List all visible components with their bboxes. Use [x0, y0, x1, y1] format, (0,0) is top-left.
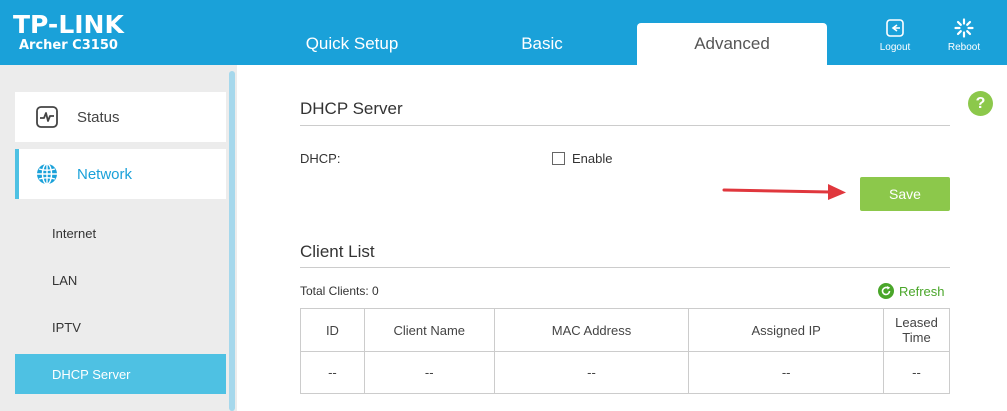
annotation-arrow-icon [722, 184, 846, 200]
table-cell: -- [300, 351, 365, 394]
checkbox-box[interactable] [552, 152, 565, 165]
sidebar-scrollbar[interactable] [229, 71, 235, 411]
sidebar-item-status[interactable]: Status [15, 92, 226, 142]
sidebar-item-network[interactable]: Network [15, 149, 226, 199]
column-header-id: ID [300, 308, 365, 352]
table-header-row: ID Client Name MAC Address Assigned IP L… [300, 308, 950, 352]
table-cell: -- [883, 351, 950, 394]
reboot-label: Reboot [947, 42, 981, 53]
save-button[interactable]: Save [860, 177, 950, 211]
logout-button[interactable]: Logout [870, 18, 920, 53]
logout-icon [886, 19, 904, 37]
help-button[interactable]: ? [968, 91, 993, 116]
sidebar-item-internet[interactable]: Internet [15, 213, 226, 253]
reboot-button[interactable]: Reboot [939, 18, 989, 53]
refresh-label: Refresh [899, 283, 945, 299]
reboot-icon [954, 18, 974, 38]
table-cell: -- [493, 351, 690, 394]
top-header: TP-LINK Archer C3150 Quick Setup Basic A… [0, 0, 1007, 65]
status-icon [36, 106, 58, 128]
client-list-table: ID Client Name MAC Address Assigned IP L… [300, 308, 950, 394]
dhcp-enable-checkbox[interactable]: Enable [552, 151, 612, 166]
column-header-leased-time: Leased Time [883, 308, 950, 352]
sidebar-item-label: Status [77, 108, 120, 126]
enable-label: Enable [572, 151, 613, 166]
tab-quick-setup[interactable]: Quick Setup [257, 23, 447, 65]
table-row: -- -- -- -- -- [300, 351, 950, 394]
refresh-button[interactable]: Refresh [878, 283, 945, 299]
dhcp-server-title: DHCP Server [300, 99, 403, 118]
total-clients: Total Clients: 0 [300, 284, 379, 298]
table-cell: -- [363, 351, 495, 394]
logout-label: Logout [879, 42, 911, 53]
tab-basic[interactable]: Basic [447, 23, 637, 65]
divider [300, 267, 950, 268]
dhcp-label: DHCP: [300, 151, 341, 166]
sidebar-item-iptv[interactable]: IPTV [15, 307, 226, 347]
column-header-client-name: Client Name [363, 308, 495, 352]
column-header-mac-address: MAC Address [493, 308, 690, 352]
sidebar-item-dhcp-server[interactable]: DHCP Server [15, 354, 226, 394]
brand-logo: TP-LINK [13, 10, 124, 39]
client-list-title: Client List [300, 242, 375, 261]
globe-icon [37, 163, 57, 185]
refresh-icon [878, 283, 894, 299]
sidebar-item-lan[interactable]: LAN [15, 260, 226, 300]
divider [300, 125, 950, 126]
table-cell: -- [688, 351, 885, 394]
sidebar-item-label: Network [77, 165, 133, 183]
model-name: Archer C3150 [19, 38, 118, 53]
column-header-assigned-ip: Assigned IP [688, 308, 885, 352]
tab-advanced[interactable]: Advanced [637, 23, 827, 65]
brand: TP-LINK Archer C3150 [13, 12, 124, 54]
